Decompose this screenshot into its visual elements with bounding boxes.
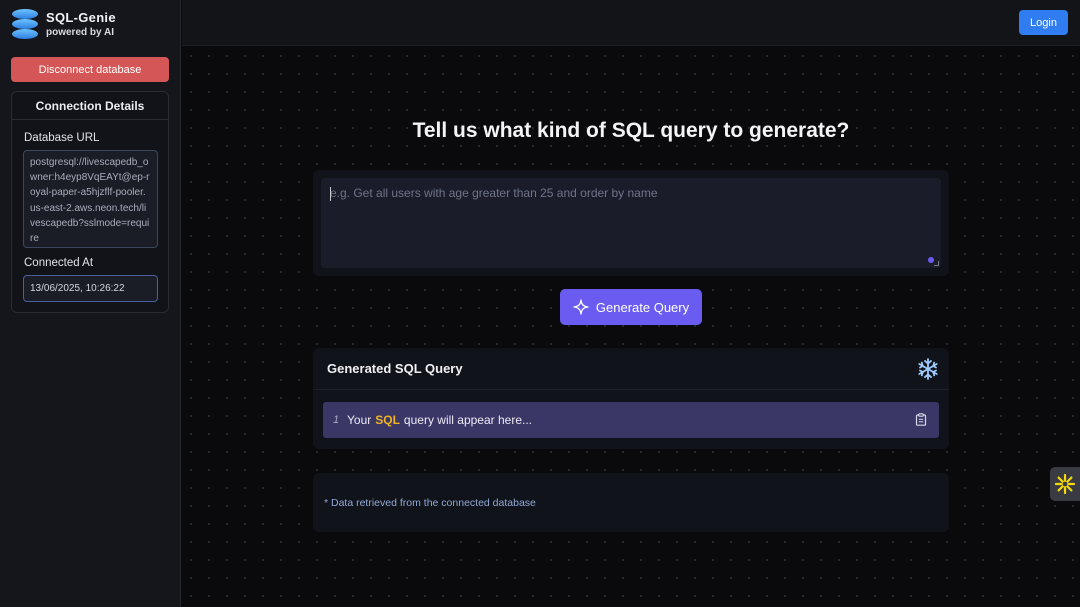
placeholder-prefix: Your [347, 413, 372, 427]
data-source-note: * Data retrieved from the connected data… [313, 473, 949, 532]
page-heading: Tell us what kind of SQL query to genera… [412, 119, 850, 142]
database-url-field[interactable]: postgresql://livescapedb_owner:h4eyp8VqE… [23, 150, 158, 248]
login-button[interactable]: Login [1019, 10, 1068, 35]
connection-details-card: Connection Details Database URL postgres… [11, 91, 169, 313]
sql-output-area[interactable]: 1 Your SQL query will appear here... [323, 402, 939, 438]
generate-query-label: Generate Query [595, 299, 690, 315]
brand-text: SQL-Genie powered by AI [46, 10, 116, 38]
query-prompt-input[interactable]: e.g. Get all users with age greater than… [321, 178, 941, 268]
app-root: SQL-Genie powered by AI Disconnect datab… [0, 0, 1080, 607]
main-content: Tell us what kind of SQL query to genera… [182, 47, 1080, 607]
clipboard-icon[interactable] [915, 413, 927, 426]
text-caret [330, 187, 331, 201]
database-url-label: Database URL [24, 132, 100, 144]
connected-at-label: Connected At [24, 257, 94, 269]
placeholder-suffix: query will appear here... [403, 413, 532, 427]
data-source-note-text: * Data retrieved from the connected data… [324, 496, 536, 509]
generate-query-button[interactable]: Generate Query [560, 289, 702, 325]
disconnect-database-button[interactable]: Disconnect database [11, 57, 169, 82]
resize-handle-icon[interactable] [934, 261, 939, 266]
prompt-card: e.g. Get all users with age greater than… [313, 170, 949, 276]
brand-title: SQL-Genie [46, 10, 116, 25]
placeholder-sql-keyword: SQL [375, 413, 400, 427]
top-bar: Login [182, 0, 1080, 46]
brand-subtitle: powered by AI [46, 27, 114, 38]
connection-details-title: Connection Details [12, 92, 168, 120]
database-icon [12, 9, 38, 39]
generated-query-header: Generated SQL Query [313, 348, 949, 390]
sparkle-icon [573, 299, 589, 315]
asterisk-burst-icon [1054, 473, 1076, 495]
brand[interactable]: SQL-Genie powered by AI [12, 8, 116, 40]
generated-query-title: Generated SQL Query [327, 361, 463, 376]
sidebar: SQL-Genie powered by AI Disconnect datab… [0, 0, 181, 607]
floating-widget[interactable] [1050, 467, 1080, 501]
line-number: 1 [333, 414, 340, 426]
generated-query-card: Generated SQL Query 1 Your SQL query wil… [313, 348, 949, 449]
query-prompt-placeholder: e.g. Get all users with age greater than… [330, 186, 658, 200]
connected-at-field[interactable]: 13/06/2025, 10:26:22 [23, 275, 158, 302]
snowflake-icon[interactable] [916, 357, 940, 381]
